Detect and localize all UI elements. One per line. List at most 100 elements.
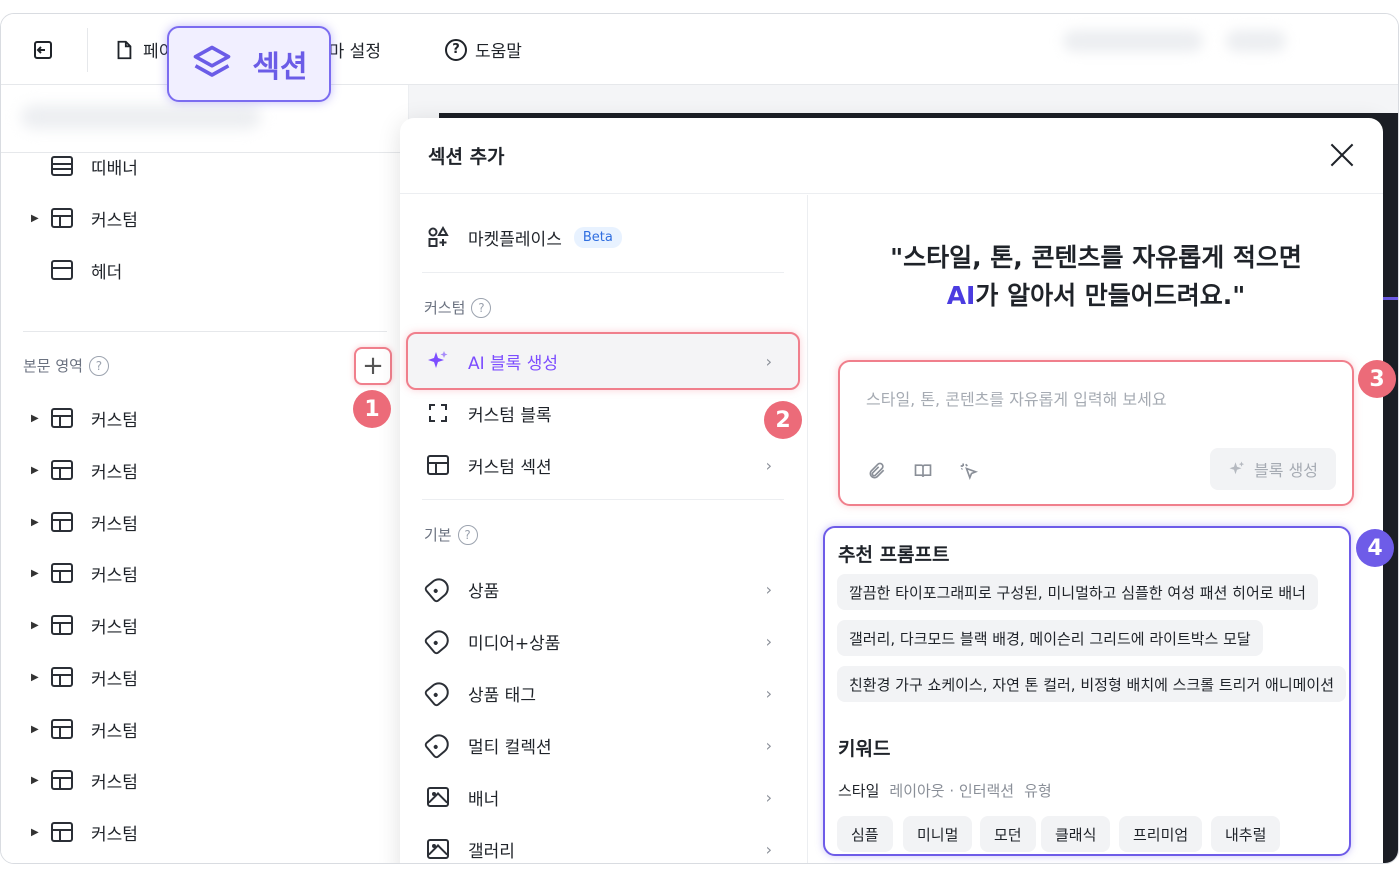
tree-item-custom[interactable]: ▶ 커스텀 xyxy=(31,812,138,852)
tree-item-custom[interactable]: ▶ 커스텀 xyxy=(31,709,138,749)
help-icon[interactable]: ? xyxy=(88,355,109,376)
keyword-chip[interactable]: 미니멀 xyxy=(903,816,973,852)
body-area-label: 본문 영역 ? xyxy=(23,355,109,376)
chevron-right-icon: › xyxy=(765,735,772,755)
menu-item-banner[interactable]: 배너 › xyxy=(426,777,786,817)
caret-right-icon[interactable]: ▶ xyxy=(31,413,51,424)
menu-item-label: 커스텀 블록 xyxy=(468,405,552,426)
chevron-right-icon: › xyxy=(765,683,772,703)
caret-right-icon[interactable]: ▶ xyxy=(31,672,51,683)
keyword-filter-tab[interactable]: 스타일 xyxy=(838,780,879,801)
tree-item-custom[interactable]: ▶ 커스텀 xyxy=(31,605,138,645)
menu-item-label: 미디어+상품 xyxy=(468,633,561,654)
reco-prompt-chip[interactable]: 갤러리, 다크모드 블랙 배경, 메이슨리 그리드에 라이트박스 모달 xyxy=(837,620,1263,656)
tree-item-label: 커스텀 xyxy=(91,669,138,690)
page-button[interactable]: 페이 xyxy=(113,14,174,85)
menu-item-label: 상품 태그 xyxy=(468,685,536,706)
layers-icon xyxy=(194,45,231,77)
menu-item-label: 배너 xyxy=(468,789,500,810)
header-icon xyxy=(51,260,73,280)
prompt-input[interactable] xyxy=(866,390,1326,409)
tree-item-custom[interactable]: ▶ 커스텀 xyxy=(31,553,138,593)
menu-item-label: 멀티 컬렉션 xyxy=(468,737,552,758)
menu-item-multi-collection[interactable]: 멀티 컬렉션 › xyxy=(423,725,786,765)
help-icon[interactable]: ? xyxy=(471,297,492,318)
keyword-filter-tab[interactable]: 유형 xyxy=(1024,780,1052,801)
keyword-chip[interactable]: 심플 xyxy=(837,816,893,852)
reco-prompt-chip[interactable]: 깔끔한 타이포그래피로 구성된, 미니멀하고 심플한 여성 패션 히어로 배너 xyxy=(837,574,1318,610)
tree-item-custom[interactable]: ▶ 커스텀 xyxy=(31,657,138,697)
chevron-right-icon: › xyxy=(765,839,772,859)
caret-right-icon[interactable]: ▶ xyxy=(31,517,51,528)
layout-icon xyxy=(51,563,73,583)
add-section-button[interactable]: + xyxy=(354,347,392,385)
blurred-area xyxy=(1226,30,1286,52)
help-icon[interactable]: ? xyxy=(457,524,478,545)
menu-item-marketplace[interactable]: 마켓플레이스 Beta xyxy=(426,217,786,257)
keyword-chip[interactable]: 모던 xyxy=(980,816,1036,852)
menu-item-label: 갤러리 xyxy=(468,841,515,862)
tree-item-custom[interactable]: ▶ 커스텀 xyxy=(31,502,138,542)
menu-item-media-product[interactable]: 미디어+상품 › xyxy=(423,621,786,661)
help-label: 도움말 xyxy=(475,42,522,62)
menu-item-ai-block[interactable]: AI 블록 생성 › xyxy=(406,332,800,390)
close-icon[interactable] xyxy=(1329,142,1355,168)
tree-item-header[interactable]: 헤더 xyxy=(31,250,122,290)
chevron-right-icon: › xyxy=(765,787,772,807)
menu-item-product-tag[interactable]: 상품 태그 › xyxy=(423,673,786,713)
tag-icon xyxy=(423,626,453,656)
left-panel: 띠배너 ▶ 커스텀 헤더 본문 영역 ? + ▶ 커스텀 ▶ 커스텀 ▶ 커스텀 ▶ 커… xyxy=(1,85,409,863)
generate-block-button[interactable]: 블록 생성 xyxy=(1210,448,1336,490)
book-icon[interactable] xyxy=(912,460,934,482)
cursor-click-icon[interactable] xyxy=(958,460,980,482)
divider xyxy=(422,272,784,273)
tree-item-strip-banner[interactable]: 띠배너 xyxy=(31,146,138,186)
menu-item-product[interactable]: 상품 › xyxy=(423,569,786,609)
caret-right-icon[interactable]: ▶ xyxy=(31,213,51,224)
tree-item-label: 커스텀 xyxy=(91,565,138,586)
prompt-box: 블록 생성 xyxy=(838,360,1354,506)
tag-icon xyxy=(423,678,453,708)
tree-item-label: 커스텀 xyxy=(91,410,138,431)
keyword-chip[interactable]: 프리미엄 xyxy=(1119,816,1203,852)
chevron-right-icon: › xyxy=(765,351,772,371)
caret-right-icon[interactable]: ▶ xyxy=(31,775,51,786)
tree-item-custom[interactable]: ▶ 커스텀 xyxy=(31,398,138,438)
layout-icon xyxy=(51,208,73,228)
tree-item-custom[interactable]: ▶ 커스텀 xyxy=(31,760,138,800)
tree-item-label: 띠배너 xyxy=(91,158,138,179)
keyword-chip[interactable]: 내추럴 xyxy=(1211,816,1281,852)
menu-item-custom-block[interactable]: 커스텀 블록 xyxy=(426,393,786,433)
tree-item-custom[interactable]: ▶ 커스텀 xyxy=(31,450,138,490)
keyword-chip[interactable]: 클래식 xyxy=(1041,816,1111,852)
menu-item-custom-section[interactable]: 커스텀 섹션 › xyxy=(426,445,786,485)
section-menu: 마켓플레이스 Beta 커스텀 ? AI 블록 생성 › 커스텀 블록 커스텀 … xyxy=(400,195,808,863)
reco-prompt-chip[interactable]: 친환경 가구 쇼케이스, 자연 톤 컬러, 비정형 배치에 스크롤 트리거 애니… xyxy=(837,666,1347,702)
caret-right-icon[interactable]: ▶ xyxy=(31,724,51,735)
caret-right-icon[interactable]: ▶ xyxy=(31,620,51,631)
menu-item-label: AI 블록 생성 xyxy=(468,353,559,374)
keyword-filter-tab[interactable]: 레이아웃 · 인터랙션 xyxy=(889,780,1014,801)
help-button[interactable]: ? 도움말 xyxy=(445,14,522,85)
plus-icon: + xyxy=(362,351,384,381)
section-chip[interactable]: 섹션 xyxy=(167,26,331,102)
caret-right-icon[interactable]: ▶ xyxy=(31,568,51,579)
tree-item-custom[interactable]: ▶ 커스텀 xyxy=(31,198,138,238)
menu-group-basic: 기본 ? xyxy=(424,524,478,545)
tree-item-label: 커스텀 xyxy=(91,210,138,231)
recommendation-box: 추천 프롬프트 깔끔한 타이포그래피로 구성된, 미니멀하고 심플한 여성 패션… xyxy=(823,526,1351,856)
menu-item-gallery[interactable]: 갤러리 › xyxy=(426,829,786,863)
section-chip-label: 섹션 xyxy=(252,50,308,85)
caret-right-icon[interactable]: ▶ xyxy=(31,465,51,476)
step-badge-3: 3 xyxy=(1358,360,1396,398)
exit-button[interactable] xyxy=(31,14,55,85)
blurred-area xyxy=(1063,30,1203,52)
modal-title: 섹션 추가 xyxy=(428,146,505,168)
modal-header: 섹션 추가 xyxy=(400,118,1383,194)
menu-item-label: 커스텀 섹션 xyxy=(468,457,552,478)
menu-item-label: 상품 xyxy=(468,581,500,602)
paperclip-icon[interactable] xyxy=(866,460,888,482)
caret-right-icon[interactable]: ▶ xyxy=(31,827,51,838)
layout-icon xyxy=(51,770,73,790)
file-icon xyxy=(117,40,132,59)
